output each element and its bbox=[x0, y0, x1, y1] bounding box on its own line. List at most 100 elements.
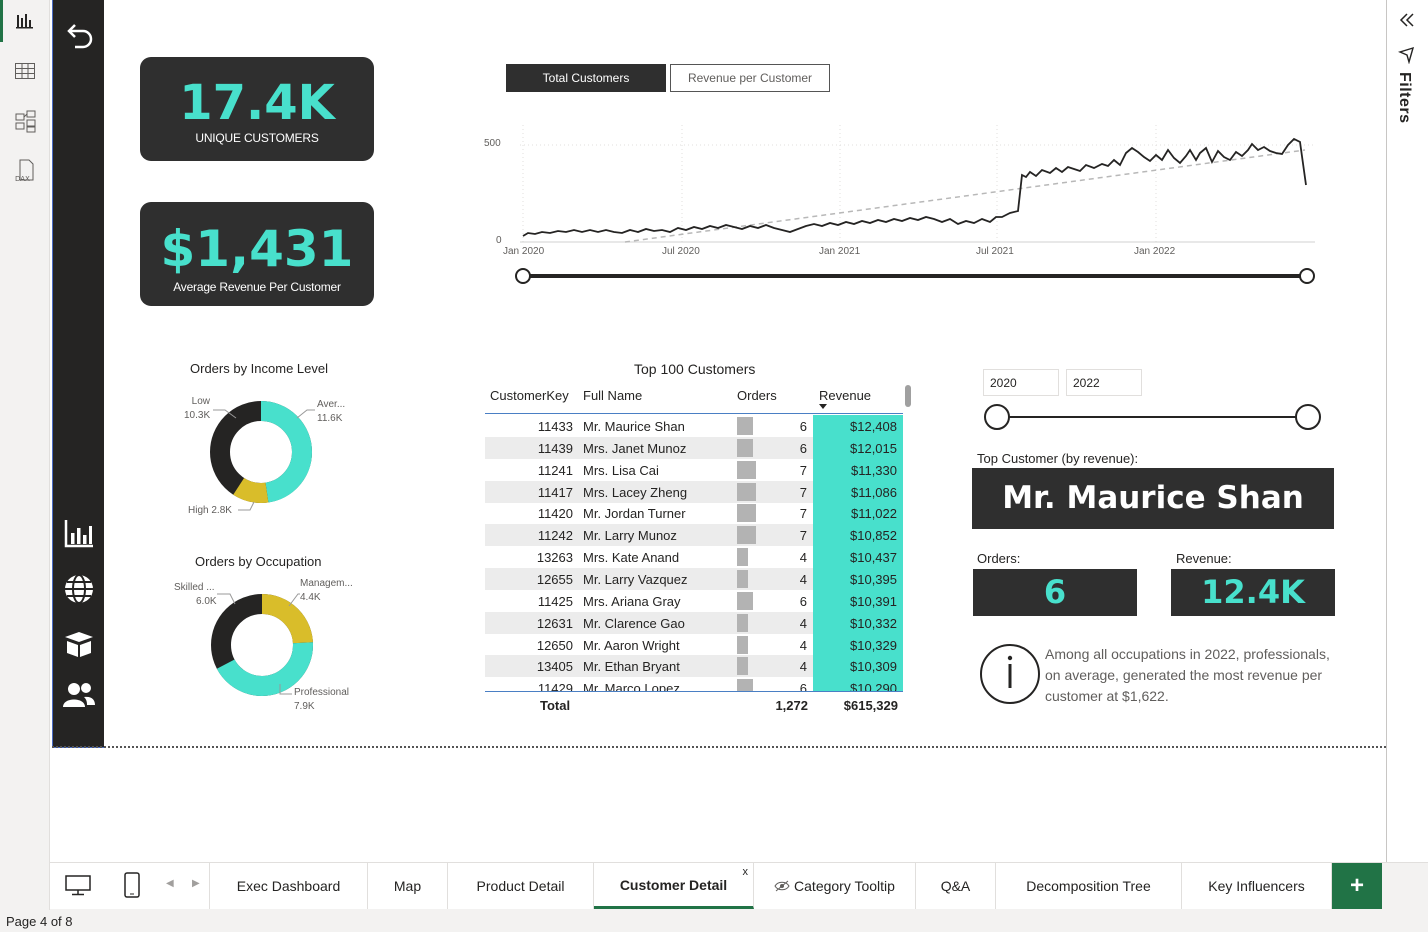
filter-funnel-icon[interactable] bbox=[1397, 46, 1416, 69]
cell-revenue-value: $10,395 bbox=[850, 571, 897, 587]
table-view-icon[interactable] bbox=[10, 56, 40, 86]
collapse-pane-icon[interactable] bbox=[1397, 10, 1417, 35]
scroll-left-icon[interactable]: ◀ bbox=[166, 878, 174, 889]
bar-chart-icon[interactable] bbox=[61, 515, 97, 551]
total-label: Total bbox=[540, 698, 571, 713]
tab-exec-dashboard[interactable]: Exec Dashboard bbox=[210, 863, 368, 909]
table-row[interactable]: 12631 Mr. Clarence Gao 4 $10,332 bbox=[485, 611, 903, 634]
cell-full-name: Mrs. Janet Munoz bbox=[583, 440, 687, 456]
year-slider-end-handle[interactable] bbox=[1295, 404, 1321, 430]
cell-orders: 7 bbox=[799, 462, 807, 478]
x-tick-jan-2020: Jan 2020 bbox=[503, 246, 545, 257]
canvas-page-border bbox=[52, 746, 1386, 748]
filters-label[interactable]: Filters bbox=[1395, 72, 1413, 124]
close-tab-icon[interactable]: x bbox=[743, 866, 749, 878]
table-header-divider bbox=[485, 413, 903, 414]
occupation-value-professional: 7.9K bbox=[294, 701, 315, 712]
globe-icon[interactable] bbox=[61, 571, 97, 607]
table-title: Top 100 Customers bbox=[634, 361, 756, 377]
table-row[interactable]: 11425 Mrs. Ariana Gray 6 $10,391 bbox=[485, 589, 903, 612]
orders-value: 6 bbox=[973, 569, 1137, 616]
users-icon[interactable] bbox=[61, 677, 97, 713]
report-view-icon[interactable] bbox=[0, 0, 40, 42]
col-header-revenue[interactable]: Revenue bbox=[819, 388, 871, 403]
tab-key-influencers[interactable]: Key Influencers bbox=[1182, 863, 1332, 909]
cell-revenue-value: $10,329 bbox=[850, 637, 897, 653]
tab-customer-detail[interactable]: Customer Detail x bbox=[594, 863, 754, 909]
year-slider-start-handle[interactable] bbox=[984, 404, 1010, 430]
zoom-slider-start-handle[interactable] bbox=[515, 268, 531, 284]
cell-full-name: Mrs. Lisa Cai bbox=[583, 462, 659, 478]
cell-revenue-value: $10,290 bbox=[850, 681, 897, 691]
box-icon[interactable] bbox=[61, 626, 97, 662]
cell-full-name: Mr. Larry Munoz bbox=[583, 528, 677, 544]
trend-line bbox=[624, 149, 1306, 243]
back-arrow-icon[interactable] bbox=[61, 18, 97, 54]
cell-full-name: Mr. Maurice Shan bbox=[583, 419, 685, 434]
status-bar: Page 4 of 8 bbox=[0, 910, 1428, 932]
zoom-slider-end-handle[interactable] bbox=[1299, 268, 1315, 284]
hidden-page-icon bbox=[774, 880, 790, 892]
filters-pane: Filters bbox=[1386, 0, 1428, 862]
dax-query-icon[interactable]: DAX bbox=[10, 156, 40, 186]
income-label-high: High 2.8K bbox=[188, 505, 232, 516]
slicer-end-year-input[interactable]: 2022 bbox=[1066, 369, 1142, 396]
cell-revenue: $12,408 bbox=[813, 415, 903, 437]
unique-customers-card: 17.4K UNIQUE CUSTOMERS bbox=[140, 57, 374, 161]
table-row[interactable]: 11242 Mr. Larry Munoz 7 $10,852 bbox=[485, 524, 903, 547]
cell-orders: 4 bbox=[799, 659, 807, 675]
model-view-icon[interactable] bbox=[10, 106, 40, 136]
tab-customer-detail-label: Customer Detail bbox=[619, 876, 728, 893]
cell-orders: 7 bbox=[799, 506, 807, 522]
cell-revenue: $10,309 bbox=[813, 655, 903, 678]
table-row[interactable]: 12650 Mr. Aaron Wright 4 $10,329 bbox=[485, 633, 903, 656]
page-tab-bar: ◀ ▶ Exec Dashboard Map Product Detail Cu… bbox=[50, 862, 1428, 910]
table-row[interactable]: 13263 Mrs. Kate Anand 4 $10,437 bbox=[485, 546, 903, 569]
tab-product-detail[interactable]: Product Detail bbox=[448, 863, 594, 909]
occupation-label-management: Managem... bbox=[300, 578, 353, 589]
mobile-layout-icon[interactable] bbox=[122, 871, 142, 904]
tab-category-tooltip[interactable]: Category Tooltip bbox=[754, 863, 916, 909]
table-row[interactable]: 11439 Mrs. Janet Munoz 6 $12,015 bbox=[485, 436, 903, 459]
cell-revenue-value: $11,330 bbox=[850, 462, 897, 478]
top-customer-label: Top Customer (by revenue): bbox=[977, 451, 1139, 466]
cell-customerkey: 11439 bbox=[537, 440, 573, 456]
insight-line-2: on average, generated the most revenue p… bbox=[1045, 667, 1323, 683]
toggle-total-customers[interactable]: Total Customers bbox=[506, 64, 666, 92]
cell-customerkey: 12631 bbox=[536, 615, 573, 631]
tab-decomposition-tree[interactable]: Decomposition Tree bbox=[996, 863, 1182, 909]
cell-full-name: Mr. Marco Lopez bbox=[583, 681, 680, 691]
col-header-customerkey[interactable]: CustomerKey bbox=[490, 388, 569, 403]
tab-qa[interactable]: Q&A bbox=[916, 863, 996, 909]
income-value-low: 10.3K bbox=[184, 410, 211, 421]
col-header-full-name[interactable]: Full Name bbox=[583, 388, 642, 403]
cell-revenue-value: $10,332 bbox=[850, 615, 897, 631]
add-page-button[interactable]: + bbox=[1332, 863, 1382, 909]
cell-revenue: $10,290 bbox=[813, 677, 903, 691]
income-donut-title: Orders by Income Level bbox=[190, 361, 329, 376]
table-scrollbar-thumb[interactable] bbox=[905, 385, 911, 407]
device-controls: ◀ ▶ bbox=[50, 863, 210, 909]
revenue-label: Revenue: bbox=[1176, 551, 1232, 566]
table-row[interactable]: 11429 Mr. Marco Lopez 6 $10,290 bbox=[485, 677, 903, 691]
cell-revenue-value: $10,391 bbox=[850, 593, 897, 609]
toggle-revenue-per-customer[interactable]: Revenue per Customer bbox=[670, 64, 830, 92]
table-row[interactable]: 11417 Mrs. Lacey Zheng 7 $11,086 bbox=[485, 480, 903, 503]
tab-map[interactable]: Map bbox=[368, 863, 448, 909]
cell-revenue: $11,330 bbox=[813, 458, 903, 481]
table-row[interactable]: 11420 Mr. Jordan Turner 7 $11,022 bbox=[485, 502, 903, 525]
table-row[interactable]: 11241 Mrs. Lisa Cai 7 $11,330 bbox=[485, 458, 903, 481]
table-row[interactable]: 13405 Mr. Ethan Bryant 4 $10,309 bbox=[485, 655, 903, 678]
desktop-layout-icon[interactable] bbox=[64, 873, 92, 902]
scroll-right-icon[interactable]: ▶ bbox=[192, 878, 200, 889]
cell-full-name: Mrs. Kate Anand bbox=[583, 550, 680, 566]
cell-revenue-value: $10,852 bbox=[850, 528, 897, 544]
x-tick-jan-2021: Jan 2021 bbox=[819, 246, 861, 257]
table-row[interactable]: 11433 Mr. Maurice Shan 6 $12,408 bbox=[485, 415, 903, 437]
table-row[interactable]: 12655 Mr. Larry Vazquez 4 $10,395 bbox=[485, 567, 903, 590]
x-tick-jul-2020: Jul 2020 bbox=[662, 246, 700, 257]
cell-customerkey: 11242 bbox=[537, 528, 573, 544]
slicer-start-year-input[interactable]: 2020 bbox=[983, 369, 1059, 396]
col-header-orders[interactable]: Orders bbox=[737, 388, 777, 403]
cell-customerkey: 12650 bbox=[536, 637, 573, 653]
